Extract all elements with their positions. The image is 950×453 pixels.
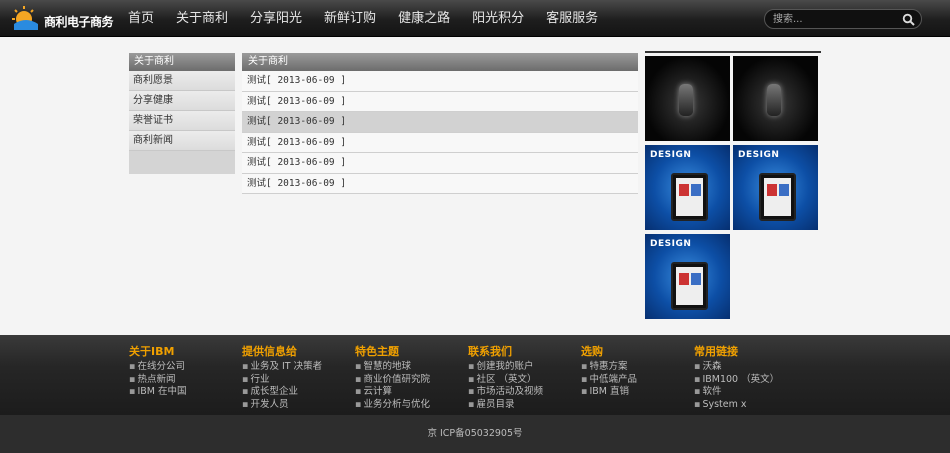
- sidebar-item-0[interactable]: 商利愿景: [129, 71, 235, 91]
- nav-item-0[interactable]: 首页: [128, 0, 154, 37]
- footer-link[interactable]: 中低端产品: [581, 374, 691, 387]
- footer-link[interactable]: 智慧的地球: [355, 361, 465, 374]
- search-icon[interactable]: [902, 13, 915, 26]
- tablet-image: [671, 173, 708, 221]
- list-item[interactable]: 测试[ 2013-06-09 ]: [242, 91, 638, 112]
- gallery-divider: [645, 51, 821, 53]
- footer-link[interactable]: System x: [694, 399, 804, 412]
- nav-item-2[interactable]: 分享阳光: [250, 0, 302, 37]
- footer-link[interactable]: 市场活动及视频: [468, 386, 578, 399]
- footer-link[interactable]: IBM100 （英文）: [694, 374, 804, 387]
- footer-link[interactable]: IBM 在中国: [129, 386, 239, 399]
- footer-link[interactable]: 创建我的账户: [468, 361, 578, 374]
- nav-item-3[interactable]: 新鲜订购: [324, 0, 376, 37]
- footer-link[interactable]: 社区 （英文）: [468, 374, 578, 387]
- article-list: 关于商利 测试[ 2013-06-09 ] 测试[ 2013-06-09 ] 测试[…: [242, 53, 638, 194]
- footer-link[interactable]: 业务及 IT 决策者: [242, 361, 352, 374]
- footer-column-title: 特色主题: [355, 345, 399, 358]
- footer-link[interactable]: IBM 直销: [581, 386, 691, 399]
- sidebar-title: 关于商利: [129, 53, 235, 71]
- search-input[interactable]: [773, 12, 898, 26]
- footer-column-title: 提供信息给: [242, 345, 297, 358]
- gallery-thumbnail[interactable]: [733, 56, 818, 141]
- top-navigation-bar: 商利电子商务 首页 关于商利 分享阳光 新鲜订购 健康之路 阳光积分 客服服务: [0, 0, 950, 37]
- footer-link[interactable]: 成长型企业: [242, 386, 352, 399]
- main-nav: 首页 关于商利 分享阳光 新鲜订购 健康之路 阳光积分 客服服务: [128, 0, 620, 37]
- footer-column-title: 联系我们: [468, 345, 512, 358]
- footer-link[interactable]: 沃森: [694, 361, 804, 374]
- design-caption: DESIGN: [650, 239, 692, 249]
- footer-column: 提供信息给业务及 IT 决策者行业成长型企业开发人员: [242, 343, 352, 411]
- gallery-thumbnail[interactable]: DESIGN: [645, 145, 730, 230]
- design-caption: DESIGN: [738, 150, 780, 160]
- sidebar-item-2[interactable]: 荣誉证书: [129, 111, 235, 131]
- gallery-thumbnail[interactable]: DESIGN: [645, 234, 730, 319]
- sidebar-item-1[interactable]: 分享健康: [129, 91, 235, 111]
- nav-item-1[interactable]: 关于商利: [176, 0, 228, 37]
- list-item[interactable]: 测试[ 2013-06-09 ]: [242, 112, 638, 133]
- sun-logo-icon: [12, 6, 38, 30]
- footer-column: 特色主题智慧的地球商业价值研究院云计算业务分析与优化: [355, 343, 465, 411]
- list-item[interactable]: 测试[ 2013-06-09 ]: [242, 132, 638, 153]
- search-box: [764, 9, 922, 29]
- footer-link[interactable]: 开发人员: [242, 399, 352, 412]
- footer-column-title: 常用链接: [694, 345, 738, 358]
- nav-item-5[interactable]: 阳光积分: [472, 0, 524, 37]
- list-title: 关于商利: [242, 53, 638, 71]
- sidebar: 关于商利 商利愿景 分享健康 荣誉证书 商利新闻: [129, 53, 235, 174]
- footer-link[interactable]: 云计算: [355, 386, 465, 399]
- copyright: 京 ICP备05032905号: [0, 415, 950, 453]
- gallery-thumbnail[interactable]: DESIGN: [733, 145, 818, 230]
- footer-link[interactable]: 在线分公司: [129, 361, 239, 374]
- footer-column-title: 关于IBM: [129, 345, 175, 358]
- phone-image: [767, 84, 781, 116]
- list-item[interactable]: 测试[ 2013-06-09 ]: [242, 71, 638, 92]
- footer-column: 关于IBM 在线分公司热点新闻IBM 在中国: [129, 343, 239, 399]
- sidebar-item-3[interactable]: 商利新闻: [129, 131, 235, 151]
- footer-column: 常用链接沃森IBM100 （英文）软件System x: [694, 343, 804, 411]
- nav-item-4[interactable]: 健康之路: [398, 0, 450, 37]
- phone-image: [679, 84, 693, 116]
- footer-link[interactable]: 软件: [694, 386, 804, 399]
- logo-text: 商利电子商务: [44, 15, 114, 29]
- gallery-thumbnail[interactable]: [645, 56, 730, 141]
- footer-column: 选购特惠方案中低端产品IBM 直销: [581, 343, 691, 399]
- tablet-image: [671, 262, 708, 310]
- footer-link[interactable]: 雇员目录: [468, 399, 578, 412]
- footer-links: 关于IBM在线分公司热点新闻IBM 在中国提供信息给业务及 IT 决策者行业成长…: [0, 335, 950, 415]
- footer-column-title: 选购: [581, 345, 603, 358]
- footer-column: 联系我们创建我的账户社区 （英文）市场活动及视频雇员目录: [468, 343, 578, 411]
- design-caption: DESIGN: [650, 150, 692, 160]
- footer-link[interactable]: 热点新闻: [129, 374, 239, 387]
- footer-link[interactable]: 业务分析与优化: [355, 399, 465, 412]
- list-item[interactable]: 测试[ 2013-06-09 ]: [242, 173, 638, 194]
- nav-item-6[interactable]: 客服服务: [546, 0, 598, 37]
- footer-link[interactable]: 特惠方案: [581, 361, 691, 374]
- footer-link[interactable]: 商业价值研究院: [355, 374, 465, 387]
- footer-link[interactable]: 行业: [242, 374, 352, 387]
- sidebar-footer: [129, 151, 235, 174]
- list-item[interactable]: 测试[ 2013-06-09 ]: [242, 153, 638, 174]
- tablet-image: [759, 173, 796, 221]
- site-logo[interactable]: 商利电子商务: [12, 3, 130, 33]
